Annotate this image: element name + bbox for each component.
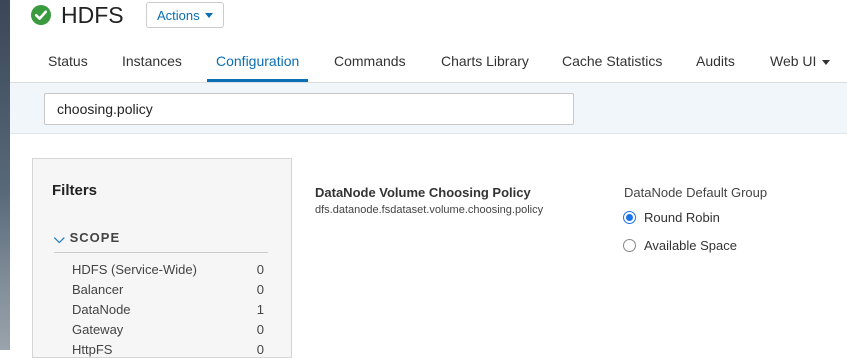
tab-label: Instances	[122, 53, 182, 69]
radio-button-selected[interactable]	[623, 211, 636, 224]
background-strip	[0, 0, 10, 350]
filters-title: Filters	[52, 182, 98, 199]
filters-panel: Filters ⌵ SCOPE HDFS (Service-Wide) 0 Ba…	[32, 158, 292, 358]
scope-item-count: 1	[256, 302, 264, 317]
radio-button[interactable]	[623, 239, 636, 252]
tab-label: Web UI	[770, 53, 817, 69]
service-title: HDFS	[61, 2, 124, 28]
tab-label: Status	[48, 53, 88, 69]
tab-bar: Status Instances Configuration Commands …	[10, 38, 847, 83]
scope-item-count: 0	[256, 282, 264, 297]
scope-filter-item[interactable]: Gateway 0	[72, 322, 264, 337]
tab-label: Cache Statistics	[562, 53, 663, 69]
scope-item-label: Gateway	[72, 322, 124, 337]
radio-round-robin[interactable]: Round Robin	[623, 210, 720, 225]
tab-label: Charts Library	[441, 53, 529, 69]
scope-filter-item[interactable]: DataNode 1	[72, 302, 264, 317]
scope-section-toggle[interactable]: ⌵ SCOPE	[54, 230, 268, 253]
caret-down-icon	[822, 59, 831, 65]
tab-web-ui[interactable]: Web UI	[770, 38, 831, 82]
caret-down-icon	[204, 12, 213, 18]
actions-dropdown-button[interactable]: Actions	[146, 2, 224, 28]
scope-filter-item[interactable]: HDFS (Service-Wide) 0	[72, 262, 264, 277]
chevron-down-icon: ⌵	[54, 230, 66, 246]
radio-label: Round Robin	[644, 210, 720, 225]
tab-label: Commands	[334, 53, 406, 69]
role-group-label: DataNode Default Group	[624, 185, 768, 200]
radio-label: Available Space	[644, 238, 737, 253]
tab-status[interactable]: Status	[48, 38, 88, 82]
radio-available-space[interactable]: Available Space	[623, 238, 737, 253]
tab-configuration[interactable]: Configuration	[207, 38, 309, 82]
property-key: dfs.datanode.fsdataset.volume.choosing.p…	[315, 204, 544, 216]
tab-audits[interactable]: Audits	[696, 38, 735, 82]
scope-item-count: 0	[256, 262, 264, 277]
scope-item-label: DataNode	[72, 302, 131, 317]
tab-label: Audits	[696, 53, 735, 69]
tab-commands[interactable]: Commands	[334, 38, 406, 82]
search-bar-area	[10, 83, 847, 134]
scope-item-label: Balancer	[72, 282, 124, 297]
service-header: HDFS Actions	[10, 0, 847, 34]
config-search-input[interactable]	[44, 93, 574, 125]
scope-label: SCOPE	[69, 230, 121, 245]
scope-filter-item[interactable]: Balancer 0	[72, 282, 264, 297]
tab-charts-library[interactable]: Charts Library	[441, 38, 529, 82]
scope-item-label: HDFS (Service-Wide)	[72, 262, 197, 277]
scope-item-count: 0	[256, 322, 264, 337]
tab-instances[interactable]: Instances	[122, 38, 182, 82]
page: HDFS Actions Status Instances Configurat…	[10, 0, 847, 358]
tab-cache-statistics[interactable]: Cache Statistics	[562, 38, 662, 82]
property-display-name: DataNode Volume Choosing Policy	[315, 185, 531, 200]
check-circle-icon	[31, 5, 51, 25]
actions-label: Actions	[157, 7, 200, 23]
tab-label: Configuration	[216, 53, 300, 69]
